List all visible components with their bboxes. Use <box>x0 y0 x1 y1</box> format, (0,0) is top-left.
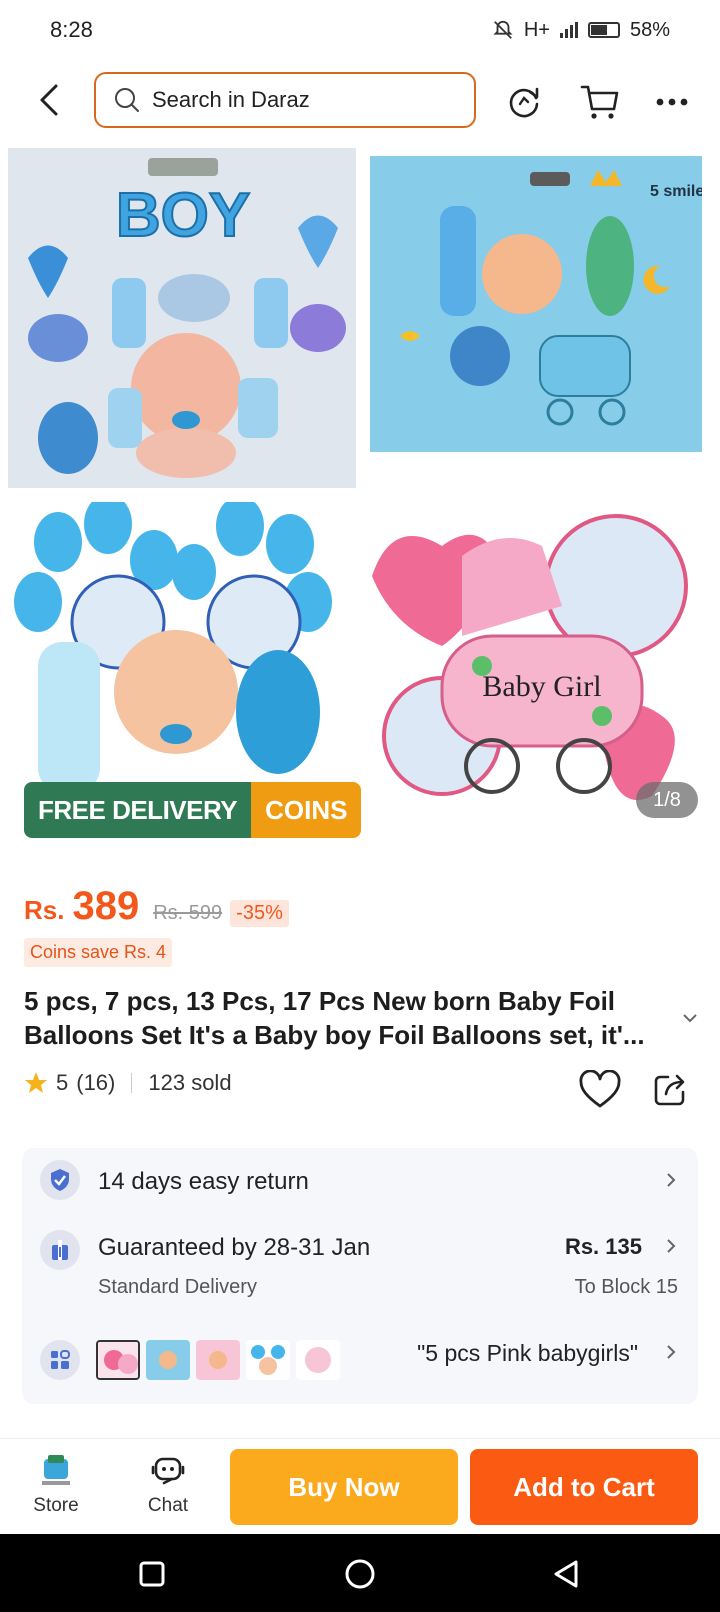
price-row: Rs. 389 Rs. 599 -35% <box>24 884 289 929</box>
chat-button[interactable]: Chat <box>128 1453 208 1517</box>
heart-icon <box>579 1069 621 1108</box>
wishlist-button[interactable] <box>578 1069 622 1114</box>
variant-thumb-blue-pack[interactable] <box>146 1340 190 1380</box>
share-icon <box>654 1074 685 1106</box>
variant-thumb-pink[interactable] <box>96 1340 140 1380</box>
variant-thumbnails[interactable] <box>96 1340 340 1380</box>
store-logo-icon <box>42 1455 70 1485</box>
variants-grid-icon <box>40 1340 80 1380</box>
store-label: Store <box>33 1495 79 1516</box>
back-arrow-icon <box>40 84 58 116</box>
return-text: 14 days easy return <box>98 1168 309 1195</box>
gallery-image-baby-boy-pack: 5 smile! <box>370 156 702 452</box>
home-button[interactable] <box>340 1554 380 1594</box>
back-nav-button[interactable] <box>546 1554 586 1594</box>
triangle-back-icon <box>554 1560 578 1588</box>
divider <box>131 1073 133 1093</box>
promo-badges: FREE DELIVERY COINS <box>24 782 362 838</box>
guarantee-text: Guaranteed by 28-31 Jan <box>98 1234 371 1261</box>
status-icons: H+ 58% <box>492 19 670 42</box>
search-icon <box>115 88 139 112</box>
refresh-icon <box>509 87 539 118</box>
circle-icon <box>345 1559 375 1589</box>
buy-now-button[interactable]: Buy Now <box>230 1449 458 1525</box>
status-time: 8:28 <box>50 17 93 42</box>
shield-check-icon <box>40 1160 80 1200</box>
cart-button[interactable] <box>578 80 622 124</box>
variant-thumb-pink-pack[interactable] <box>196 1340 240 1380</box>
variant-row[interactable]: "5 pcs Pink babygirls" <box>22 1314 698 1404</box>
battery-level: 58% <box>629 18 670 41</box>
recents-button[interactable] <box>132 1554 172 1594</box>
selected-variant: "5 pcs Pink babygirls" <box>417 1340 638 1366</box>
service-info-card: 14 days easy return Guaranteed by 28-31 … <box>22 1148 698 1404</box>
price-value: 389 <box>72 884 140 928</box>
discount-badge: -35% <box>230 900 289 927</box>
search-input[interactable]: Search in Daraz <box>94 72 476 128</box>
system-navigation-bar <box>0 1534 720 1612</box>
gallery-image-boy: BOY <box>8 148 356 488</box>
delivery-destination: To Block 15 <box>574 1276 678 1298</box>
more-button[interactable] <box>650 80 694 124</box>
chevron-down-icon <box>683 1014 697 1023</box>
original-price: Rs. 599 <box>153 902 223 924</box>
chevron-right-icon <box>667 1173 676 1187</box>
chevron-right-icon <box>667 1345 676 1359</box>
product-gallery[interactable]: BOY 5 smile! <box>0 146 720 852</box>
bottom-action-bar: Store Chat Buy Now Add to Cart <box>0 1438 720 1534</box>
top-bar: Search in Daraz <box>0 70 720 132</box>
battery-icon <box>587 22 620 38</box>
delivery-type: Standard Delivery <box>98 1276 257 1298</box>
signal-icon <box>559 22 578 38</box>
sold-count: 123 sold <box>148 1070 232 1095</box>
chevron-right-icon <box>667 1239 676 1253</box>
more-icon <box>656 98 688 106</box>
search-placeholder: Search in Daraz <box>152 87 310 112</box>
coins-badge: COINS <box>251 782 362 838</box>
boy-balloon-text: BOY <box>116 181 250 250</box>
chat-icon <box>151 1457 185 1485</box>
rating-count: (16) <box>76 1070 116 1095</box>
bell-off-icon <box>493 20 513 39</box>
add-to-cart-button[interactable]: Add to Cart <box>470 1449 698 1525</box>
price-currency: Rs. <box>24 895 65 925</box>
pack-tagline: 5 smile! <box>650 183 702 200</box>
return-policy-row[interactable]: 14 days easy return <box>22 1148 698 1214</box>
variant-thumb-blue-set[interactable] <box>246 1340 290 1380</box>
delivery-fee: Rs. 135 <box>564 1234 642 1259</box>
baby-girl-balloon-text: Baby Girl <box>482 670 601 703</box>
back-button[interactable] <box>30 80 70 120</box>
cart-icon <box>580 85 619 119</box>
status-bar: 8:28 H+ 58% <box>0 0 720 60</box>
rating-value: 5 <box>56 1070 69 1095</box>
delivery-row[interactable]: Guaranteed by 28-31 Jan Standard Deliver… <box>22 1214 698 1314</box>
star-icon <box>25 1072 47 1093</box>
delivery-box-icon <box>40 1230 80 1270</box>
store-button[interactable]: Store <box>16 1453 96 1517</box>
free-delivery-badge: FREE DELIVERY <box>24 782 252 838</box>
expand-title-button[interactable] <box>682 1010 698 1028</box>
square-icon <box>139 1561 165 1587</box>
coins-save-tag: Coins save Rs. 4 <box>24 938 173 967</box>
variant-thumb-pink-set[interactable] <box>296 1340 340 1380</box>
product-title: 5 pcs, 7 pcs, 13 Pcs, 17 Pcs New born Ba… <box>24 986 645 1050</box>
refresh-button[interactable] <box>502 80 546 124</box>
network-type: H+ <box>523 18 550 41</box>
image-counter: 1/8 <box>636 782 698 818</box>
chat-label: Chat <box>147 1495 189 1516</box>
share-button[interactable] <box>652 1072 692 1112</box>
rating-row[interactable]: 5 (16) 123 sold <box>24 1070 232 1096</box>
